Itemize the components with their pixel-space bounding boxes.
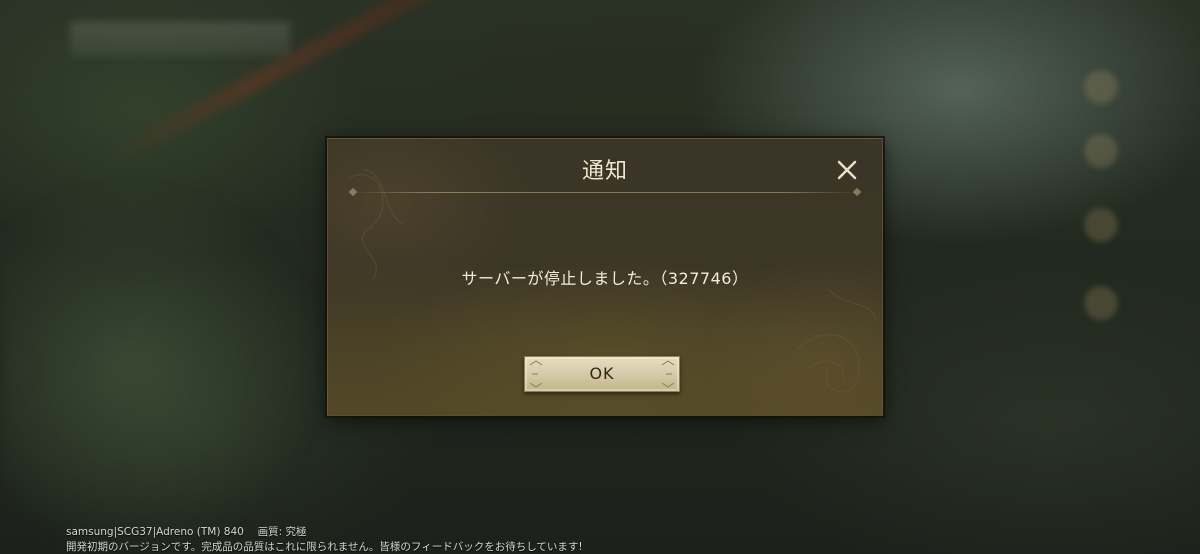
title-divider	[352, 192, 858, 193]
dialog-title: 通知	[581, 159, 628, 184]
device-info-text: samsung|SCG37|Adreno (TM) 840 画質: 究極	[66, 526, 307, 538]
ok-button[interactable]: OK	[524, 356, 680, 392]
blurred-hud-icon	[1084, 286, 1118, 320]
ok-button-label: OK	[589, 364, 615, 383]
close-button[interactable]	[830, 153, 864, 187]
background-foliage	[0, 180, 330, 554]
close-icon	[837, 160, 857, 180]
blurred-hud-text	[70, 22, 290, 56]
dialog-message: サーバーが停止しました。（327746）	[461, 269, 749, 288]
blurred-hud-icon	[1084, 70, 1118, 104]
blurred-hud-icon	[1084, 134, 1118, 168]
development-notice-text: 開発初期のバージョンです。完成品の品質はこれに限られません。皆様のフィードバック…	[66, 541, 583, 553]
blurred-hud-icon	[1084, 208, 1118, 242]
notification-dialog: 通知 サーバーが停止しました。（327746） OK	[327, 138, 883, 416]
